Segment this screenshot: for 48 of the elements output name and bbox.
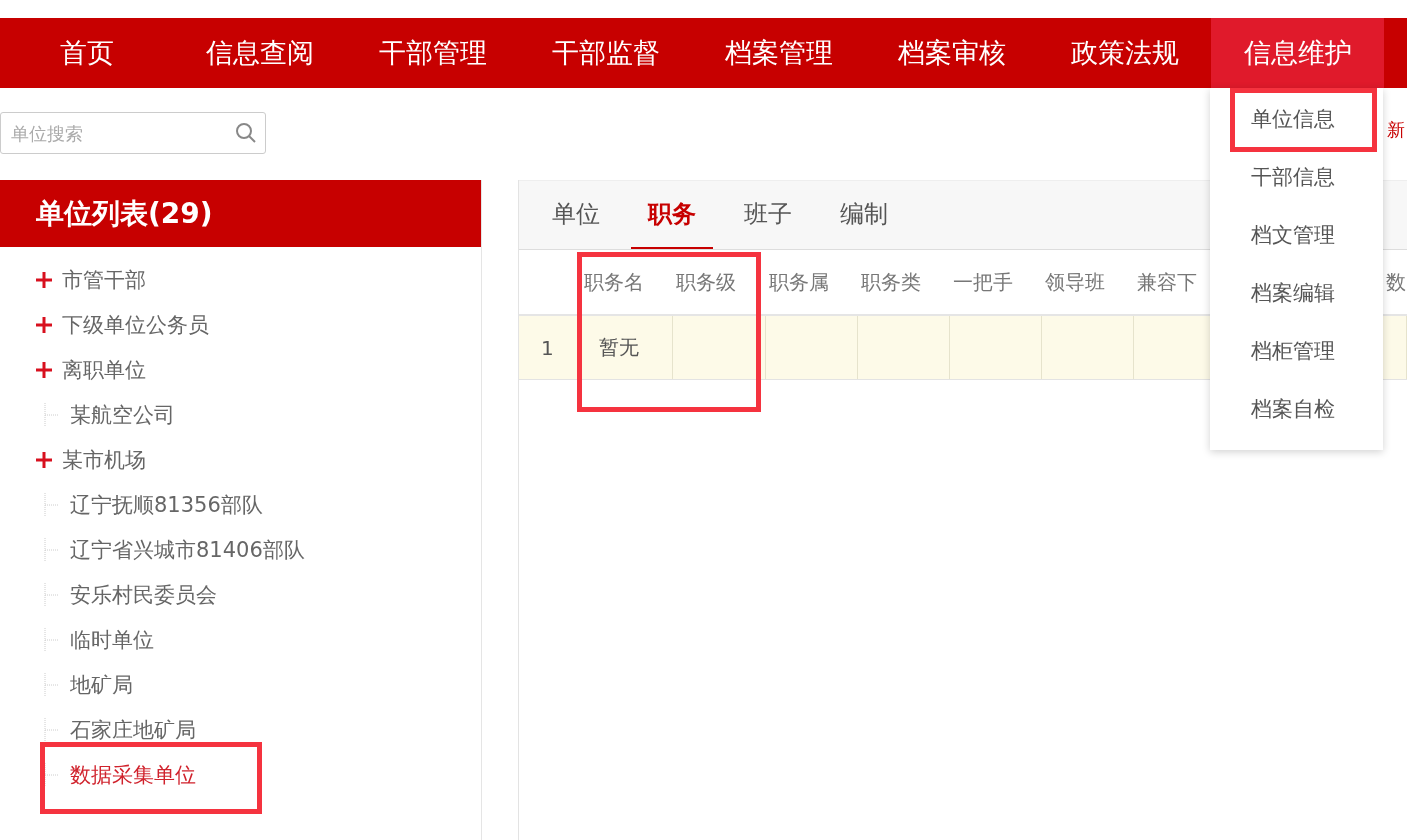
menu-item[interactable]: 档案自检: [1210, 380, 1383, 438]
tree-item[interactable]: 辽宁抚顺81356部队: [70, 490, 263, 519]
panel-title: 单位列表(29): [0, 180, 481, 247]
tree-item[interactable]: 某市机场: [62, 445, 146, 474]
column-header: 职务属: [769, 268, 829, 296]
menu-item[interactable]: 档案编辑: [1210, 264, 1383, 322]
column-header: 职务名: [584, 268, 644, 296]
column-header: 职务级: [676, 268, 736, 296]
menu-item[interactable]: 干部信息: [1210, 148, 1383, 206]
tree-item[interactable]: 地矿局: [70, 670, 133, 699]
tree-item[interactable]: 辽宁省兴城市81406部队: [70, 535, 305, 564]
column-header: 数: [1386, 268, 1406, 296]
tree-item[interactable]: 下级单位公务员: [62, 310, 209, 339]
tree-item[interactable]: 安乐村民委员会: [70, 580, 217, 609]
plus-icon[interactable]: [36, 316, 52, 333]
tree-item[interactable]: 石家庄地矿局: [70, 715, 196, 744]
tree-item[interactable]: 某航空公司: [70, 400, 175, 429]
menu-item[interactable]: 档柜管理: [1210, 322, 1383, 380]
table-cell: 暂无: [599, 334, 639, 361]
nav-item[interactable]: 档案管理: [692, 18, 865, 88]
tab[interactable]: 班子: [727, 181, 809, 249]
nav-item[interactable]: 政策法规: [1038, 18, 1211, 88]
plus-icon[interactable]: [36, 451, 52, 468]
menu-item[interactable]: 档文管理: [1210, 206, 1383, 264]
nav-item[interactable]: 信息查阅: [173, 18, 346, 88]
plus-icon[interactable]: [36, 361, 52, 378]
plus-icon[interactable]: [36, 271, 52, 288]
tab[interactable]: 职务: [631, 181, 713, 249]
tab[interactable]: 编制: [823, 181, 905, 249]
tree-item[interactable]: 临时单位: [70, 625, 154, 654]
row-number: 1: [541, 335, 554, 360]
search-icon[interactable]: [235, 122, 257, 144]
nav-item[interactable]: 首页: [0, 18, 173, 88]
nav-item[interactable]: 档案审核: [865, 18, 1038, 88]
column-header: 兼容下: [1137, 268, 1197, 296]
nav-item[interactable]: 信息维护: [1211, 18, 1384, 88]
nav-item[interactable]: 干部管理: [346, 18, 519, 88]
search-field[interactable]: 单位搜索: [0, 112, 266, 154]
add-link[interactable]: 新: [1387, 118, 1405, 142]
nav-item[interactable]: 干部监督: [519, 18, 692, 88]
tree-item[interactable]: 市管干部: [62, 265, 146, 294]
menu-item[interactable]: 单位信息: [1210, 90, 1383, 148]
column-header: 领导班: [1045, 268, 1105, 296]
column-header: 职务类: [861, 268, 921, 296]
column-header: 一把手: [953, 268, 1013, 296]
tree-item[interactable]: 数据采集单位: [70, 760, 196, 789]
tab[interactable]: 单位: [535, 181, 617, 249]
tree-item[interactable]: 离职单位: [62, 355, 146, 384]
